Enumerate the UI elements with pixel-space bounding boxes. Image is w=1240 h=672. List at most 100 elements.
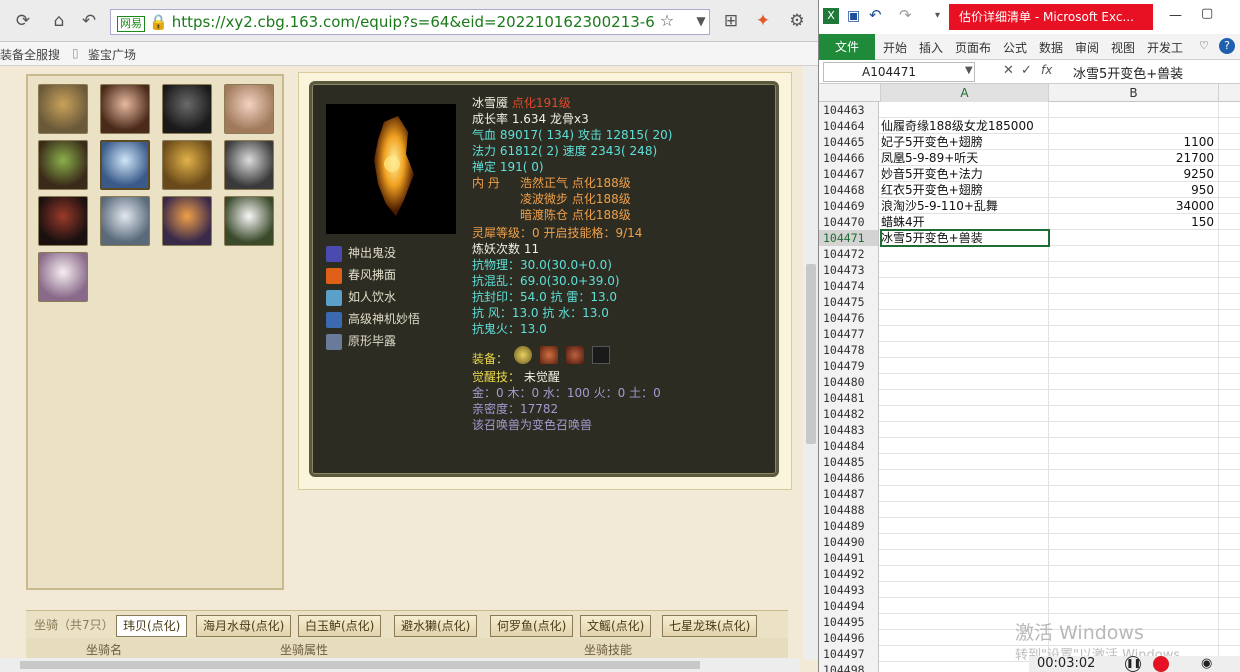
save-icon[interactable]: ▣	[847, 8, 860, 24]
cell-b[interactable]: 950	[1049, 182, 1219, 198]
row-number[interactable]: 104472	[819, 246, 879, 262]
mount-tab[interactable]: 文鳐(点化)	[580, 615, 652, 637]
row-number[interactable]: 104489	[819, 518, 879, 534]
cell-a[interactable]	[881, 422, 1049, 438]
row-number[interactable]: 104497	[819, 646, 879, 662]
equip-armor-icon[interactable]	[566, 346, 584, 364]
tools-icon[interactable]: ⚙	[786, 10, 808, 32]
pet-thumbnail[interactable]	[38, 252, 88, 302]
row-number[interactable]: 104466	[819, 150, 879, 166]
cell-a[interactable]	[881, 566, 1049, 582]
cell-a[interactable]	[881, 342, 1049, 358]
ribbon-tab[interactable]: 视图	[1111, 39, 1135, 56]
maximize-icon[interactable]: ▢	[1201, 6, 1213, 21]
cell-a[interactable]	[881, 358, 1049, 374]
function-icon[interactable]: fx	[1041, 63, 1052, 77]
cell-a[interactable]	[881, 582, 1049, 598]
bookmark-item[interactable]: 装备全服搜	[0, 46, 60, 63]
cell-a[interactable]	[881, 662, 1049, 672]
row-number[interactable]: 104475	[819, 294, 879, 310]
cell-b[interactable]	[1049, 102, 1219, 118]
ribbon-tab[interactable]: 插入	[919, 39, 943, 56]
row-number[interactable]: 104491	[819, 550, 879, 566]
cell-a[interactable]: 妙音5开变色+法力	[881, 166, 1049, 182]
cell-a[interactable]	[881, 550, 1049, 566]
bookmark-item[interactable]: 鉴宝广场	[88, 46, 136, 63]
customize-icon[interactable]: ▾	[935, 10, 940, 21]
cell-b[interactable]	[1049, 310, 1219, 326]
cell-a[interactable]	[881, 326, 1049, 342]
cell-a[interactable]: 妃子5开变色+翅膀	[881, 134, 1049, 150]
row-number[interactable]: 104465	[819, 134, 879, 150]
cell-b[interactable]	[1049, 550, 1219, 566]
cell-b[interactable]	[1049, 406, 1219, 422]
cell-a[interactable]	[881, 486, 1049, 502]
cell-b[interactable]	[1049, 246, 1219, 262]
row-number[interactable]: 104470	[819, 214, 879, 230]
refresh-icon[interactable]: ⟳	[12, 10, 34, 32]
mount-tab[interactable]: 白玉鲈(点化)	[298, 615, 382, 637]
ribbon-tab-file[interactable]: 文件	[819, 34, 875, 60]
equip-claw-icon[interactable]	[540, 346, 558, 364]
pet-thumbnail[interactable]	[38, 84, 88, 134]
ribbon-tab[interactable]: 公式	[1003, 39, 1027, 56]
ribbon-tab[interactable]: 数据	[1039, 39, 1063, 56]
cell-b[interactable]	[1049, 438, 1219, 454]
cell-a[interactable]: 蜡蛛4开	[881, 214, 1049, 230]
cell-a[interactable]	[881, 470, 1049, 486]
cell-b[interactable]	[1049, 118, 1219, 134]
row-number[interactable]: 104479	[819, 358, 879, 374]
cell-a[interactable]	[881, 502, 1049, 518]
row-number[interactable]: 104494	[819, 598, 879, 614]
row-number[interactable]: 104478	[819, 342, 879, 358]
cell-b[interactable]: 34000	[1049, 198, 1219, 214]
ribbon-tab[interactable]: 开发工	[1147, 39, 1183, 56]
cell-b[interactable]	[1049, 534, 1219, 550]
row-number[interactable]: 104487	[819, 486, 879, 502]
row-number[interactable]: 104482	[819, 406, 879, 422]
undo-icon[interactable]: ↶	[869, 6, 882, 24]
row-number[interactable]: 104490	[819, 534, 879, 550]
cell-b[interactable]	[1049, 278, 1219, 294]
ribbon-tab[interactable]: 审阅	[1075, 39, 1099, 56]
enter-icon[interactable]: ✓	[1021, 63, 1032, 78]
scrollbar-thumb[interactable]	[806, 264, 816, 444]
cell-a[interactable]	[881, 102, 1049, 118]
cell-a[interactable]	[881, 374, 1049, 390]
mount-tab[interactable]: 何罗鱼(点化)	[490, 615, 574, 637]
cell-a[interactable]: 红衣5开变色+翅膀	[881, 182, 1049, 198]
cell-a[interactable]: 凤凰5-9-89+听天	[881, 150, 1049, 166]
cancel-icon[interactable]: ✕	[1003, 63, 1014, 78]
row-number[interactable]: 104476	[819, 310, 879, 326]
mount-tab[interactable]: 七星龙珠(点化)	[662, 615, 758, 637]
cell-b[interactable]: 1100	[1049, 134, 1219, 150]
cell-a[interactable]	[881, 438, 1049, 454]
row-number[interactable]: 104474	[819, 278, 879, 294]
cell-b[interactable]	[1049, 390, 1219, 406]
row-number[interactable]: 104488	[819, 502, 879, 518]
grid-icon[interactable]: ⊞	[720, 10, 742, 32]
cell-b[interactable]	[1049, 294, 1219, 310]
equip-ring-icon[interactable]	[514, 346, 532, 364]
row-number[interactable]: 104471	[819, 230, 879, 246]
cell-a[interactable]	[881, 294, 1049, 310]
mount-tab[interactable]: 避水獭(点化)	[394, 615, 478, 637]
skill-item[interactable]: 神出鬼没	[326, 244, 396, 262]
row-number[interactable]: 104467	[819, 166, 879, 182]
cell-a[interactable]	[881, 262, 1049, 278]
cell-b[interactable]	[1049, 262, 1219, 278]
pet-thumbnail[interactable]	[162, 140, 212, 190]
horizontal-scrollbar-thumb[interactable]	[20, 661, 700, 669]
cell-b[interactable]	[1049, 230, 1219, 246]
row-number[interactable]: 104484	[819, 438, 879, 454]
pet-thumbnail[interactable]	[224, 140, 274, 190]
formula-input[interactable]: 冰雪5开变色+兽装	[1073, 63, 1183, 82]
row-number[interactable]: 104486	[819, 470, 879, 486]
help-icon[interactable]: ?	[1219, 38, 1235, 54]
cell-b[interactable]: 21700	[1049, 150, 1219, 166]
cell-a[interactable]: 仙履奇缘188级女龙185000	[881, 118, 1049, 134]
column-header-a[interactable]: A	[881, 84, 1049, 102]
home-icon[interactable]: ⌂	[48, 10, 70, 32]
pet-thumbnail[interactable]	[224, 84, 274, 134]
cell-a[interactable]	[881, 310, 1049, 326]
